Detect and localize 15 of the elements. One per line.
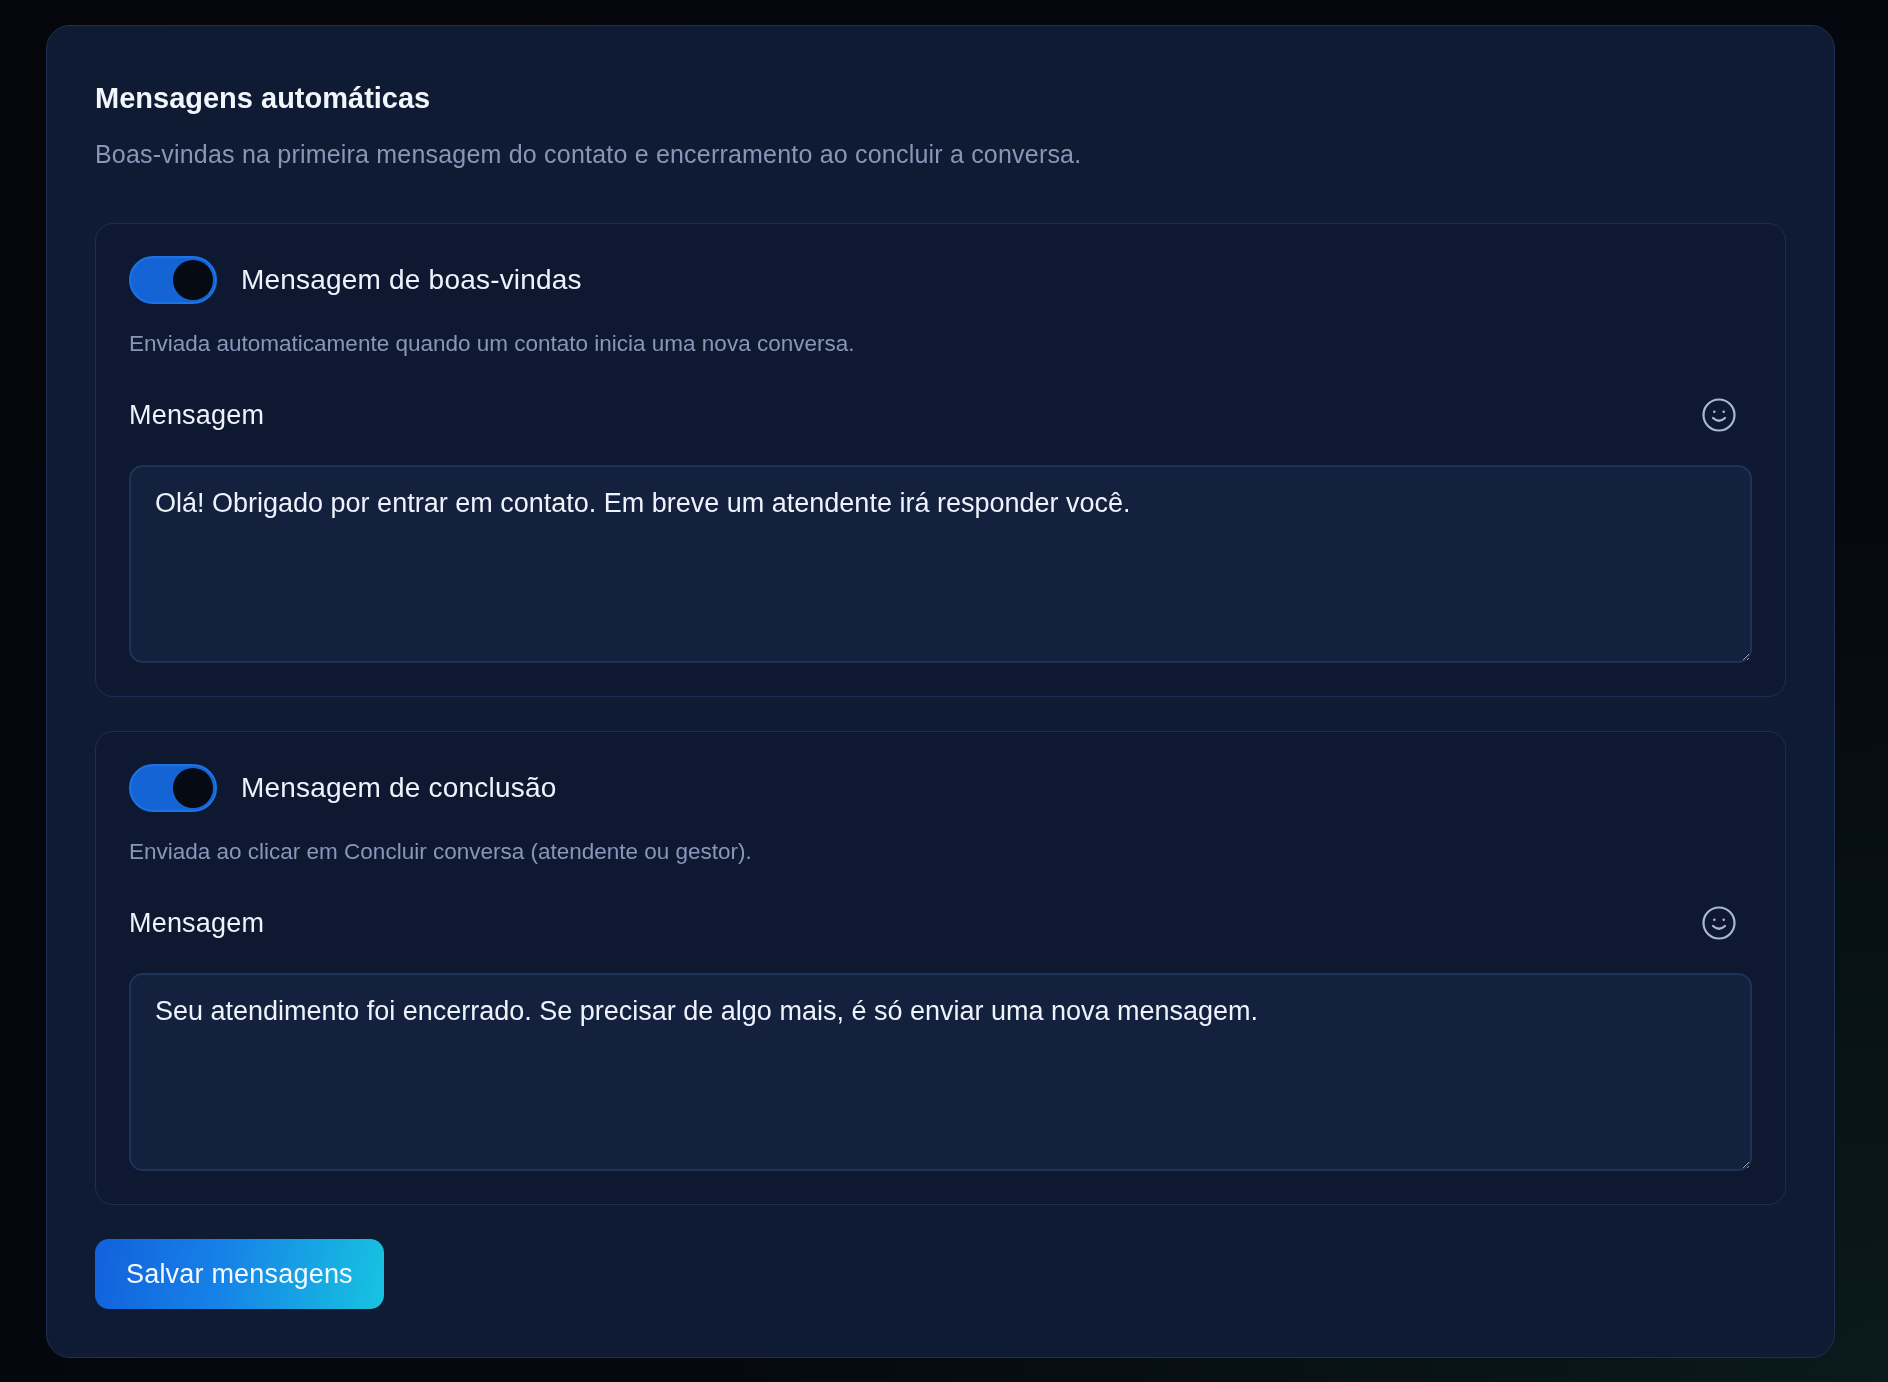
panel-title: Mensagens automáticas — [95, 81, 431, 116]
smile-icon[interactable] — [1702, 906, 1736, 940]
section-description: Enviada ao clicar em Concluir conversa (atendente ou gestor). — [129, 838, 752, 866]
panel-subtitle: Boas-vindas na primeira mensagem do contato e encerramento ao concluir a conversa. — [95, 139, 1082, 170]
message-input[interactable]: Seu atendimento foi encerrado. Se precisar de algo mais, é só enviar uma nova mensagem. — [129, 973, 1752, 1171]
toggle-label: Mensagem de boas-vindas — [241, 263, 582, 297]
message-input[interactable]: Olá! Obrigado por entrar em contato. Em breve um atendente irá responder você. — [129, 465, 1752, 663]
toggle-label: Mensagem de conclusão — [241, 771, 557, 805]
smile-icon[interactable] — [1702, 398, 1736, 432]
toggle-switch[interactable] — [129, 764, 217, 812]
toggle-switch[interactable] — [129, 256, 217, 304]
field-label: Mensagem — [129, 399, 265, 432]
section-description: Enviada automaticamente quando um contato inicia uma nova conversa. — [129, 330, 855, 358]
save-button[interactable]: Salvar mensagens — [95, 1239, 384, 1309]
field-label: Mensagem — [129, 907, 265, 940]
